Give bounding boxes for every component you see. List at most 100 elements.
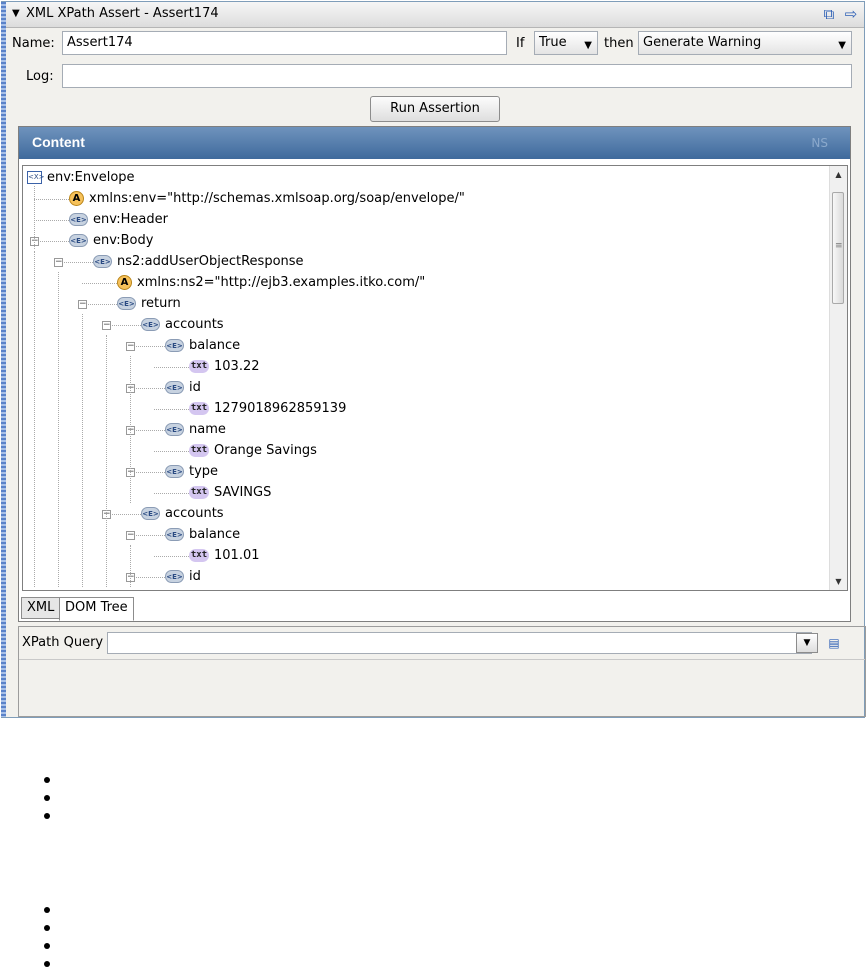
tree-node-elem[interactable]: <E> balance bbox=[165, 525, 240, 545]
collapse-toggle-icon[interactable]: − bbox=[78, 300, 87, 309]
chevron-down-icon: ▼ bbox=[838, 40, 846, 51]
tree-node-label: accounts bbox=[165, 317, 224, 332]
bullet-point bbox=[44, 777, 50, 783]
tree-connector bbox=[130, 472, 165, 473]
tree-node-elem[interactable]: <E> name bbox=[165, 420, 226, 440]
element-icon: <E> bbox=[93, 255, 112, 268]
tree-node-attr[interactable]: Axmlns:ns2="http://ejb3.examples.itko.co… bbox=[117, 273, 425, 293]
bullet-point bbox=[44, 961, 50, 967]
scrollbar-thumb[interactable]: ≡ bbox=[832, 192, 844, 304]
collapse-toggle-icon[interactable]: − bbox=[126, 531, 135, 540]
tree-connector bbox=[34, 220, 69, 221]
tab-xml[interactable]: XML bbox=[21, 597, 61, 619]
collapse-toggle-icon[interactable]: − bbox=[102, 321, 111, 330]
bullet-point bbox=[44, 795, 50, 801]
tree-node-label: Orange Savings bbox=[214, 443, 317, 458]
action-dropdown[interactable]: Generate Warning ▼ bbox=[638, 31, 852, 55]
scroll-down-icon[interactable]: ▼ bbox=[830, 573, 847, 590]
tree-connector bbox=[58, 262, 93, 263]
tree-node-label: xmlns:ns2="http://ejb3.examples.itko.com… bbox=[137, 275, 426, 290]
element-icon: <E> bbox=[117, 297, 136, 310]
collapse-toggle-icon[interactable]: − bbox=[126, 342, 135, 351]
xpath-query-panel: XPath Query ▼ ▤ bbox=[18, 626, 866, 717]
tree-node-attr[interactable]: Axmlns:env="http://schemas.xmlsoap.org/s… bbox=[69, 189, 465, 209]
tree-connector bbox=[106, 325, 141, 326]
tree-connector bbox=[34, 241, 69, 242]
tree-node-label: balance bbox=[189, 338, 241, 353]
element-icon: <E> bbox=[165, 465, 184, 478]
collapse-toggle-icon[interactable]: − bbox=[54, 258, 63, 267]
tree-node-label: ns2:addUserObjectResponse bbox=[117, 254, 304, 269]
element-icon: <E> bbox=[165, 423, 184, 436]
name-input[interactable]: Assert174 bbox=[62, 31, 507, 55]
xpath-history-dropdown[interactable]: ▼ bbox=[796, 633, 818, 653]
namespace-toggle[interactable]: NS bbox=[811, 136, 828, 150]
then-label: then bbox=[604, 36, 634, 51]
dom-tree-view[interactable]: <X> env:Envelope Axmlns:env="http://schema… bbox=[22, 165, 848, 591]
tree-node-label: id bbox=[189, 380, 201, 395]
tree-connector bbox=[154, 409, 189, 410]
xpath-query-label: XPath Query bbox=[22, 635, 104, 650]
divider bbox=[19, 659, 865, 660]
if-condition-dropdown[interactable]: True ▼ bbox=[534, 31, 598, 55]
text-node-icon: txt bbox=[189, 360, 209, 373]
tree-node-text[interactable]: txt Orange Savings bbox=[189, 441, 317, 461]
tree-node-label: return bbox=[141, 296, 181, 311]
vertical-scrollbar[interactable]: ▲ ≡ ▼ bbox=[829, 166, 847, 590]
tree-node-elem[interactable]: <E> id bbox=[165, 378, 201, 398]
xpath-builder-icon[interactable]: ▤ bbox=[824, 634, 844, 652]
collapse-triangle-icon[interactable]: ▼ bbox=[12, 8, 20, 19]
attribute-icon: A bbox=[69, 191, 84, 206]
element-icon: <E> bbox=[165, 570, 184, 583]
tree-node-elem[interactable]: <E> env:Header bbox=[69, 210, 168, 230]
tab-dom-tree[interactable]: DOM Tree bbox=[59, 597, 134, 621]
tree-node-text[interactable]: txt 103.22 bbox=[189, 357, 260, 377]
tree-node-elem[interactable]: <E> accounts bbox=[141, 315, 224, 335]
tree-node-label: id bbox=[189, 569, 201, 584]
scroll-up-icon[interactable]: ▲ bbox=[830, 166, 847, 183]
tree-node-label: env:Envelope bbox=[47, 170, 135, 185]
run-assertion-button[interactable]: Run Assertion bbox=[370, 96, 500, 122]
arrow-right-icon[interactable]: ⇨ bbox=[842, 5, 860, 23]
name-label: Name: bbox=[12, 36, 55, 51]
tree-node-elem[interactable]: <E> type bbox=[165, 462, 218, 482]
tree-guide bbox=[82, 314, 83, 587]
panel-titlebar: ▼ XML XPath Assert - Assert174 ⧉ ⇨ bbox=[6, 2, 864, 28]
xpath-query-input[interactable] bbox=[107, 632, 812, 654]
tree-node-doc[interactable]: <X> env:Envelope bbox=[27, 168, 135, 188]
tree-connector bbox=[130, 388, 165, 389]
undock-icon[interactable]: ⧉ bbox=[820, 5, 838, 23]
tree-connector bbox=[82, 304, 117, 305]
tree-node-text[interactable]: txt 101.01 bbox=[189, 546, 260, 566]
tree-node-elem[interactable]: <E> accounts bbox=[141, 504, 224, 524]
tree-guide bbox=[106, 524, 107, 587]
tree-node-text[interactable]: txt SAVINGS bbox=[189, 483, 271, 503]
log-label: Log: bbox=[26, 69, 54, 84]
chevron-down-icon: ▼ bbox=[584, 40, 592, 51]
tree-node-label: env:Header bbox=[93, 212, 168, 227]
element-icon: <E> bbox=[141, 318, 160, 331]
element-icon: <E> bbox=[165, 381, 184, 394]
tree-node-label: env:Body bbox=[93, 233, 154, 248]
tree-node-label: name bbox=[189, 422, 226, 437]
tree-node-text[interactable]: txt 1279018962859139 bbox=[189, 399, 346, 419]
tree-connector bbox=[130, 535, 165, 536]
bullet-point bbox=[44, 813, 50, 819]
tree-guide bbox=[130, 545, 131, 587]
text-node-icon: txt bbox=[189, 402, 209, 415]
tree-node-elem[interactable]: <E> env:Body bbox=[69, 231, 153, 251]
tree-connector bbox=[130, 577, 165, 578]
tree-connector bbox=[130, 346, 165, 347]
text-node-icon: txt bbox=[189, 549, 209, 562]
tree-node-elem[interactable]: <E> balance bbox=[165, 336, 240, 356]
log-input[interactable] bbox=[62, 64, 852, 88]
tree-node-elem[interactable]: <E> return bbox=[117, 294, 181, 314]
element-icon: <E> bbox=[69, 234, 88, 247]
tree-connector bbox=[34, 199, 69, 200]
tree-connector bbox=[154, 367, 189, 368]
bullet-point bbox=[44, 907, 50, 913]
tree-node-elem[interactable]: <E> ns2:addUserObjectResponse bbox=[93, 252, 304, 272]
tree-node-elem[interactable]: <E> id bbox=[165, 567, 201, 587]
tree-guide bbox=[34, 251, 35, 587]
dom-tree: <X> env:Envelope Axmlns:env="http://schema… bbox=[23, 166, 831, 590]
